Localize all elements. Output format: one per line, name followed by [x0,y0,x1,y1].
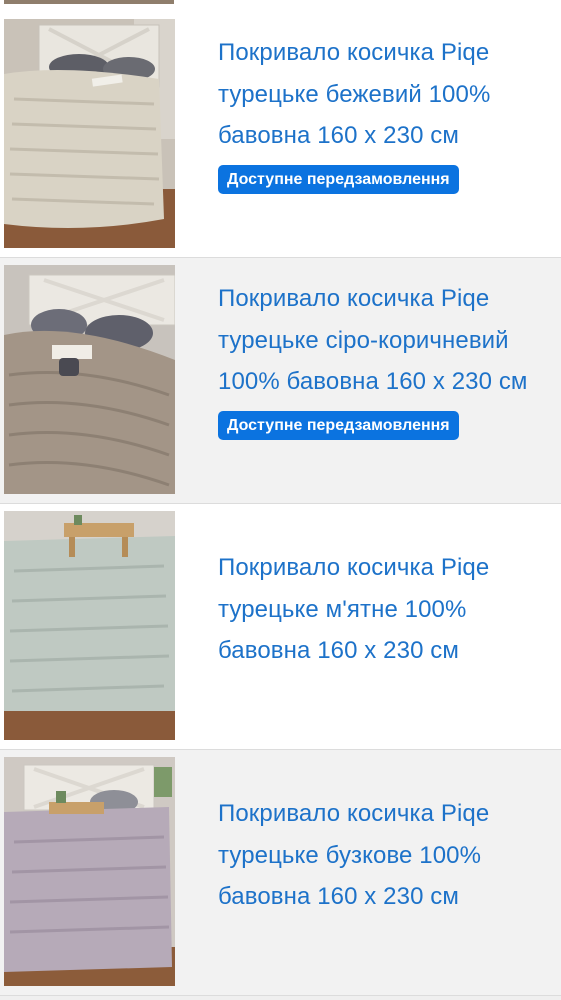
product-thumbnail[interactable] [4,511,175,740]
grey-brown-bedspread-photo [4,265,175,494]
product-card[interactable]: Покривало косичка Piqe турецьке бузкове … [0,750,561,996]
previous-product-thumb-edge [4,0,174,4]
mint-bedspread-photo [4,511,175,740]
product-thumbnail[interactable] [4,19,175,248]
product-title-link[interactable]: Покривало косичка Piqe турецьке бузкове … [218,793,531,918]
product-title-link[interactable]: Покривало косичка Piqe турецьке бежевий … [218,32,531,157]
product-card[interactable]: Покривало косичка Piqe турецьке м'ятне 1… [0,504,561,750]
product-title-link[interactable]: Покривало косичка Piqe турецьке м'ятне 1… [218,547,531,672]
product-list: Покривало косичка Piqe турецьке бежевий … [0,0,561,1000]
lilac-bedspread-photo [4,757,175,986]
product-card[interactable]: Покривало косичка Piqe турецьке сіро-кор… [0,258,561,504]
preorder-badge: Доступне передзамовлення [218,410,459,440]
beige-bedspread-photo [4,19,175,248]
product-title-link[interactable]: Покривало косичка Piqe турецьке сіро-кор… [218,278,531,403]
product-thumbnail[interactable] [4,757,175,986]
preorder-badge: Доступне передзамовлення [218,164,459,194]
product-thumbnail[interactable] [4,265,175,494]
product-card[interactable]: Покривало косичка Piqe турецьке бежевий … [0,12,561,258]
